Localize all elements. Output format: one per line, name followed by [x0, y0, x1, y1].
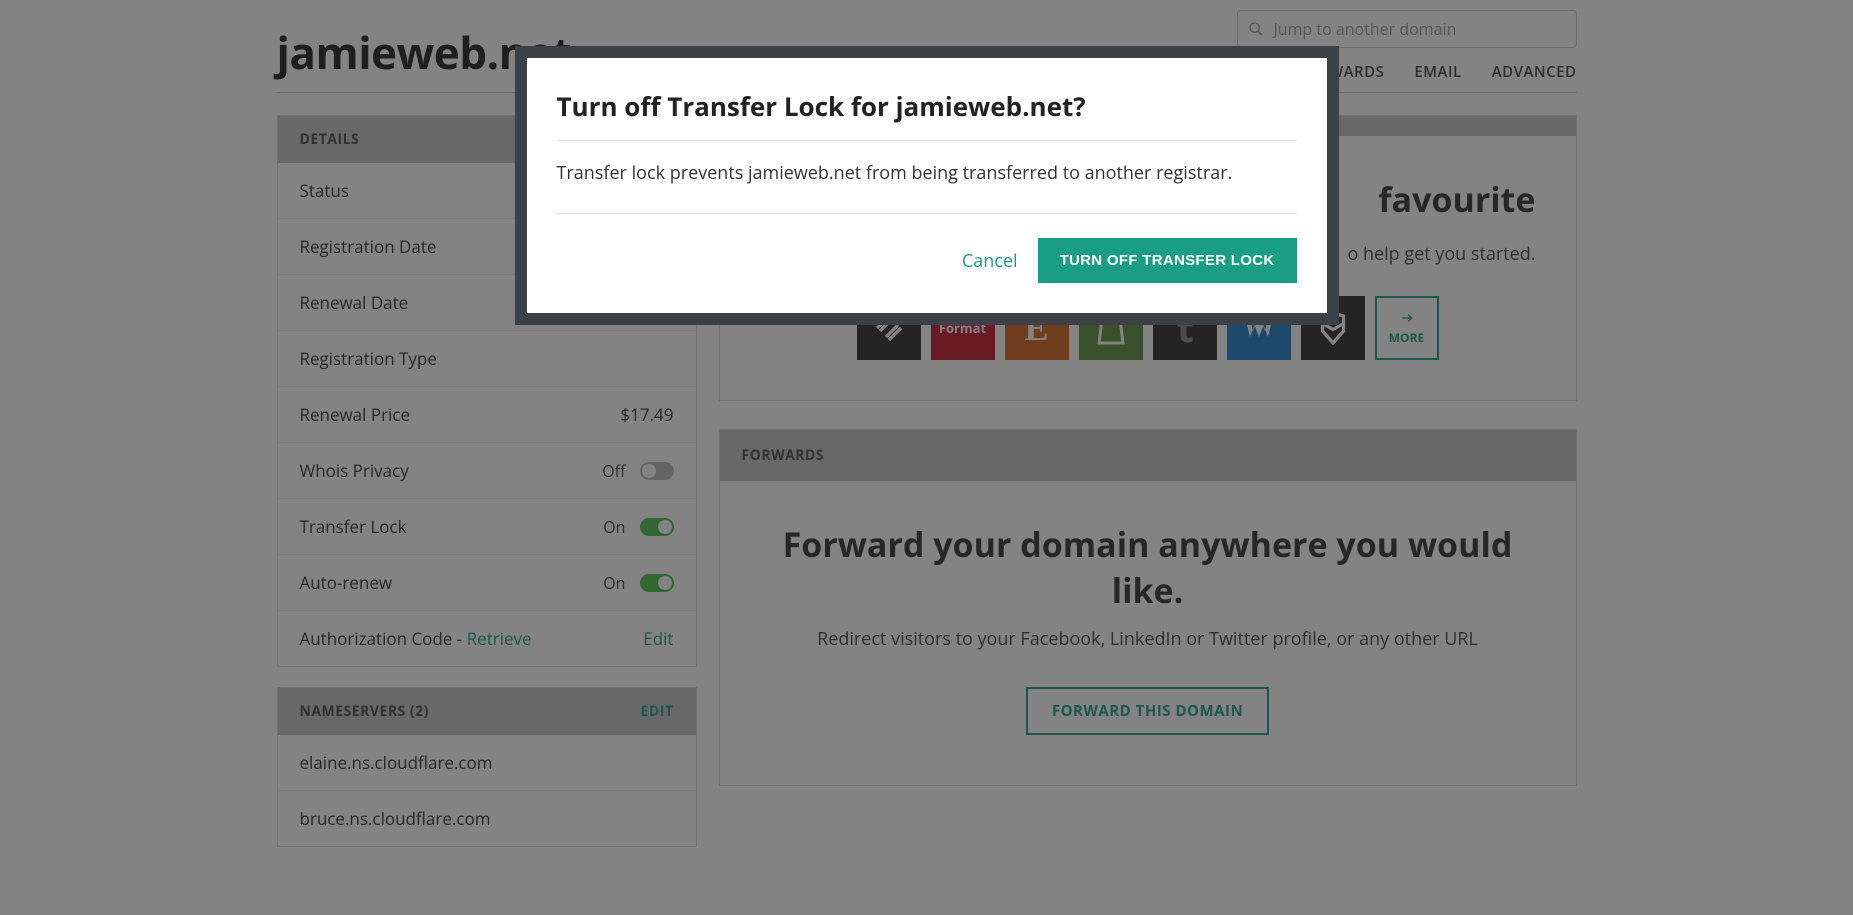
modal-body: Transfer lock prevents jamieweb.net from…: [557, 141, 1297, 214]
cancel-button[interactable]: Cancel: [962, 249, 1018, 273]
turn-off-transfer-lock-button[interactable]: TURN OFF TRANSFER LOCK: [1038, 238, 1297, 283]
modal-title: Turn off Transfer Lock for jamieweb.net?: [557, 88, 1297, 141]
modal-overlay[interactable]: Turn off Transfer Lock for jamieweb.net?…: [0, 0, 1853, 915]
modal: Turn off Transfer Lock for jamieweb.net?…: [515, 46, 1339, 325]
